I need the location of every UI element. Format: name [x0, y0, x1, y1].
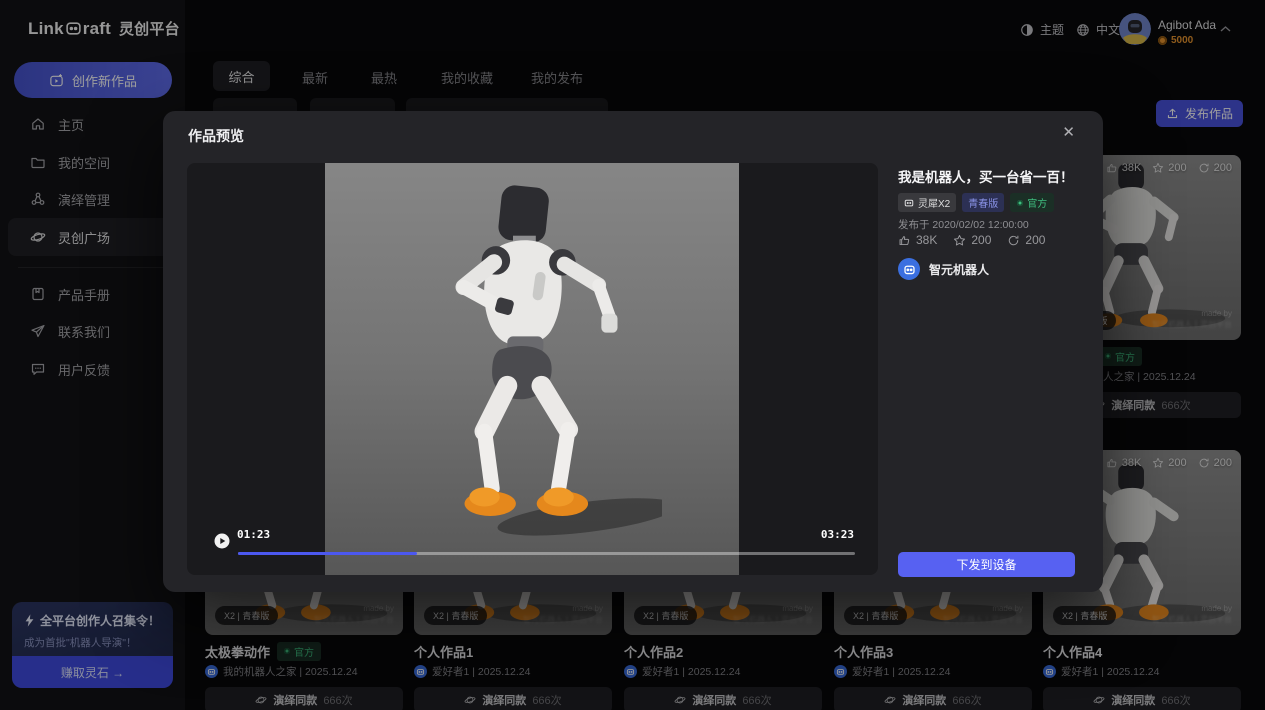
work-title: 我是机器人，买一台省一百！	[898, 166, 1074, 186]
robot-screen-icon	[904, 198, 914, 208]
close-icon[interactable]: ✕	[1062, 123, 1075, 141]
favorite-stat: 200	[953, 233, 991, 247]
publish-date: 发布于 2020/02/02 12:00:00	[898, 217, 1029, 232]
deploy-to-device-button[interactable]: 下发到设备	[898, 552, 1075, 577]
work-author[interactable]: 智元机器人	[898, 258, 989, 280]
total-time: 03:23	[821, 528, 854, 541]
current-time: 01:23	[237, 528, 270, 541]
official-dot-icon	[1017, 200, 1023, 206]
app-root: 主题 中文 Agibot Ada 5000 综合 最新 最热 我的收藏 我的发布…	[0, 0, 1265, 710]
video-player[interactable]: 01:23 03:23	[187, 163, 878, 575]
work-tags: 灵犀X2 青春版 官方	[898, 193, 1054, 212]
author-name: 智元机器人	[929, 261, 989, 278]
author-avatar-icon	[898, 258, 920, 280]
seek-fill	[238, 552, 417, 555]
work-preview-modal: 作品预览 ✕	[163, 111, 1103, 592]
model-tag: 灵犀X2	[898, 193, 956, 212]
play-button[interactable]	[214, 533, 230, 549]
likes-stat: 38K	[898, 233, 937, 247]
repost-stat: 200	[1007, 233, 1045, 247]
work-stats: 38K 200 200	[898, 233, 1045, 247]
seek-bar[interactable]	[238, 552, 855, 555]
official-badge: 官方	[1010, 193, 1054, 212]
video-frame	[325, 163, 739, 575]
edition-tag: 青春版	[962, 193, 1004, 212]
modal-title: 作品预览	[188, 126, 244, 146]
